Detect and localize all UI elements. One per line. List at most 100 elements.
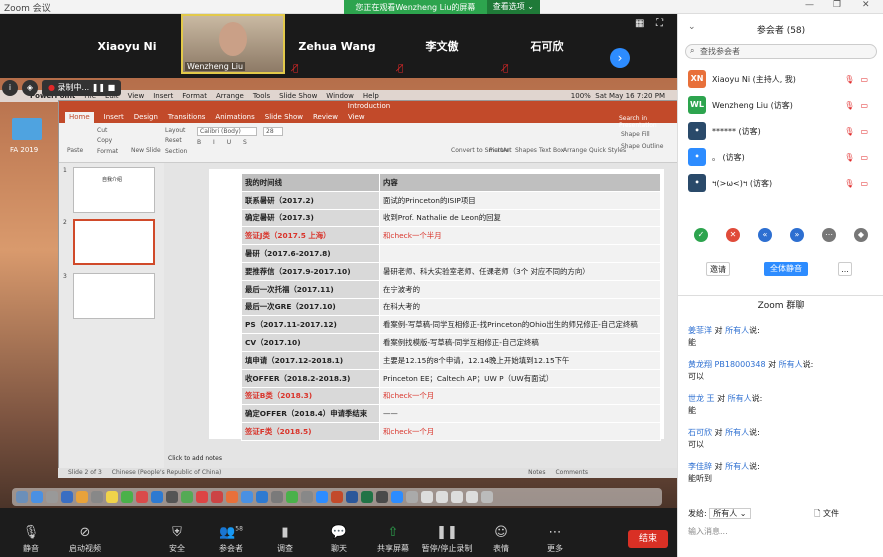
dock-app-icon[interactable] [466, 491, 478, 503]
current-slide[interactable]: 我的时间线 内容 联系暑研（2017.2) 面试的Princeton的ISIP项目确… [209, 169, 664, 441]
chat-button[interactable]: 💬 聊天 [312, 525, 366, 554]
font-size-select[interactable]: 28 [263, 127, 283, 136]
slower-icon[interactable]: « [758, 228, 772, 242]
copy-button[interactable]: Copy [97, 137, 112, 144]
tab-review[interactable]: Review [313, 112, 338, 123]
close-icon[interactable]: ✕ [862, 0, 870, 10]
slide-thumb-2[interactable] [73, 219, 155, 265]
next-page-icon[interactable]: › [610, 48, 630, 68]
dock-app-icon[interactable] [316, 491, 328, 503]
participant-row[interactable]: • 。 (访客) 🎙▭ [678, 144, 883, 170]
participant-row[interactable]: WL Wenzheng Liu (访客) 🎙▭ [678, 92, 883, 118]
share-button[interactable]: ⇧ 共享屏幕 [366, 525, 420, 554]
participants-button[interactable]: 👥58 参会者 [204, 525, 258, 554]
folder-icon[interactable] [12, 118, 42, 140]
dock-app-icon[interactable] [211, 491, 223, 503]
dock-app-icon[interactable] [406, 491, 418, 503]
end-meeting-button[interactable]: 结束 [628, 530, 668, 548]
shape-fill-button[interactable]: Shape Fill [621, 131, 650, 138]
invite-button[interactable]: 邀请 [706, 262, 730, 276]
tab-slideshow[interactable]: Slide Show [265, 112, 303, 123]
search-input[interactable]: Search in Presentation [619, 115, 679, 129]
menu-item[interactable]: Format [182, 92, 207, 100]
layout-button[interactable]: Layout [165, 127, 185, 134]
mute-all-button[interactable]: 全体静音 [764, 262, 808, 276]
dock-app-icon[interactable] [451, 491, 463, 503]
dock-app-icon[interactable] [181, 491, 193, 503]
slide-thumb-3[interactable] [73, 273, 155, 319]
more-button[interactable]: ⋯ 更多 [528, 525, 582, 554]
dock-app-icon[interactable] [346, 491, 358, 503]
dock-app-icon[interactable] [106, 491, 118, 503]
dock-app-icon[interactable] [271, 491, 283, 503]
participant-row[interactable]: • ****** (访客) 🎙▭ [678, 118, 883, 144]
tab-view[interactable]: View [348, 112, 365, 123]
textbox-button[interactable]: Text Box [539, 147, 564, 154]
slide-thumb-1[interactable]: 自我介绍 [73, 167, 155, 213]
video-tile-zehua[interactable]: Zehua Wang 🎙̸ [285, 14, 389, 78]
chat-input[interactable]: 输入消息... [688, 526, 728, 537]
dock-app-icon[interactable] [16, 491, 28, 503]
mic-video-icon[interactable]: 🎙▭ [844, 75, 874, 84]
poll-button[interactable]: ▮ 调查 [258, 525, 312, 554]
tab-design[interactable]: Design [134, 112, 158, 123]
font-select[interactable]: Calibri (Body) [197, 127, 257, 136]
dock-app-icon[interactable] [61, 491, 73, 503]
recording-indicator[interactable]: ● 录制中... ❚❚ ■ [42, 80, 122, 96]
file-button[interactable]: 🗋 文件 [814, 508, 839, 522]
dock-app-icon[interactable] [121, 491, 133, 503]
dock-app-icon[interactable] [256, 491, 268, 503]
clear-icon[interactable]: ◆ [854, 228, 868, 242]
mic-button[interactable]: 🎙 静音 [4, 525, 58, 554]
participant-search[interactable]: 查找参会者 [685, 44, 877, 59]
menu-item[interactable]: Insert [153, 92, 173, 100]
dock-app-icon[interactable] [391, 491, 403, 503]
panel-more-button[interactable]: ... [838, 262, 852, 276]
dock-app-icon[interactable] [421, 491, 433, 503]
participant-row[interactable]: XN Xiaoyu Ni (主持人, 我) 🎙▭ [678, 66, 883, 92]
video-tile-xiaoyu[interactable]: Xiaoyu Ni [75, 14, 179, 78]
emoji-button[interactable]: ☺ 表情 [474, 525, 528, 554]
shape-outline-button[interactable]: Shape Outline [621, 143, 663, 150]
tab-insert[interactable]: Insert [104, 112, 124, 123]
dock-app-icon[interactable] [226, 491, 238, 503]
pause-button[interactable]: ❚❚ 暂停/停止录制 [420, 525, 474, 554]
menu-item[interactable]: View [128, 92, 145, 100]
mic-video-icon[interactable]: 🎙▭ [844, 153, 874, 162]
tab-transitions[interactable]: Transitions [168, 112, 206, 123]
mic-video-icon[interactable]: 🎙▭ [844, 127, 874, 136]
mic-video-icon[interactable]: 🎙▭ [844, 101, 874, 110]
tab-home[interactable]: Home [65, 112, 94, 123]
dock-app-icon[interactable] [376, 491, 388, 503]
menu-item[interactable]: Window [326, 92, 354, 100]
dock-app-icon[interactable] [241, 491, 253, 503]
dock-app-icon[interactable] [361, 491, 373, 503]
shield-button[interactable]: ⛨ 安全 [150, 525, 204, 554]
participant-row[interactable]: • ฯ(>ω<)ฯ (访客) 🎙▭ [678, 170, 883, 196]
section-button[interactable]: Section [165, 148, 187, 155]
yes-icon[interactable]: ✓ [694, 228, 708, 242]
shield-icon[interactable]: ◈ [22, 80, 38, 96]
view-options-button[interactable]: 查看选项 ⌄ [486, 0, 540, 14]
video-tile-li[interactable]: 李文傲 🎙̸ [390, 14, 494, 78]
mic-video-icon[interactable]: 🎙▭ [844, 179, 874, 188]
shapes-button[interactable]: Shapes [515, 147, 537, 154]
new-slide-button[interactable]: New Slide [131, 147, 161, 154]
menu-item[interactable]: Slide Show [279, 92, 317, 100]
dock-app-icon[interactable] [151, 491, 163, 503]
notes-placeholder[interactable]: Click to add notes [168, 455, 222, 462]
reset-button[interactable]: Reset [165, 137, 182, 144]
send-to-select[interactable]: 所有人 ⌄ [709, 508, 751, 519]
menu-item[interactable]: Help [363, 92, 379, 100]
text-format-icons[interactable]: B I U S [197, 139, 252, 146]
video-tile-shi[interactable]: 石可欣 🎙̸ [495, 14, 599, 78]
cut-button[interactable]: Cut [97, 127, 107, 134]
format-button[interactable]: Format [97, 148, 118, 155]
video-off-button[interactable]: ⊘ 启动视频 [58, 525, 112, 554]
dock-app-icon[interactable] [286, 491, 298, 503]
dock-app-icon[interactable] [136, 491, 148, 503]
dock-app-icon[interactable] [46, 491, 58, 503]
comments-button[interactable]: Comments [555, 468, 678, 478]
dock-app-icon[interactable] [166, 491, 178, 503]
menu-item[interactable]: Arrange [216, 92, 244, 100]
